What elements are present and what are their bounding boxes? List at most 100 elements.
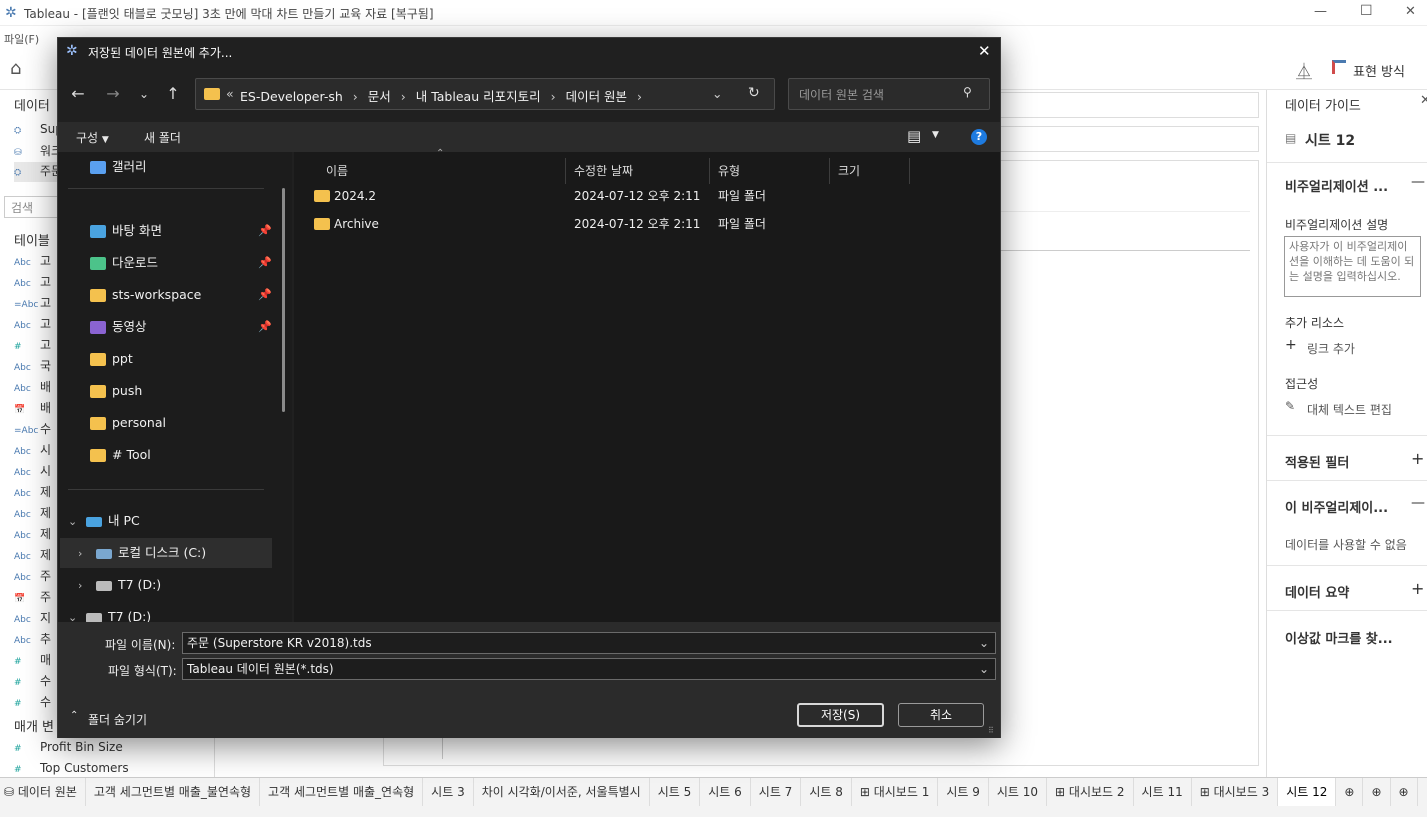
- nav-item[interactable]: sts-workspace 📌: [90, 280, 290, 310]
- sheet-tab[interactable]: 시트 7: [751, 778, 802, 806]
- chevron-down-icon[interactable]: ⌄: [979, 633, 989, 653]
- view-options-icon[interactable]: ▤: [907, 127, 921, 145]
- nav-item[interactable]: 갤러리: [90, 152, 290, 182]
- breadcrumb-item[interactable]: 문서: [368, 89, 391, 104]
- expand-icon[interactable]: +: [1411, 579, 1424, 598]
- nav-scrollbar[interactable]: [282, 188, 285, 412]
- chevron-down-icon[interactable]: ⌄: [712, 86, 722, 101]
- nav-item[interactable]: personal: [90, 408, 290, 438]
- field-item[interactable]: 📅 주: [14, 588, 51, 608]
- column-header-size[interactable]: 크기: [830, 158, 910, 184]
- new-folder-button[interactable]: 새 폴더: [144, 129, 181, 146]
- sheet-tab[interactable]: 시트 3: [423, 778, 474, 806]
- highlight-icon[interactable]: ⏅: [1296, 58, 1312, 82]
- organize-button[interactable]: 구성 ▼: [76, 129, 109, 146]
- column-header-name[interactable]: 이름: [318, 158, 566, 184]
- resize-grip-icon[interactable]: ⠿: [988, 726, 994, 735]
- field-item[interactable]: # 매: [14, 651, 51, 671]
- overflow-chevron-icon[interactable]: «: [226, 86, 234, 101]
- field-item[interactable]: Abc 고: [14, 315, 51, 335]
- filename-input[interactable]: 주문 (Superstore KR v2018).tds ⌄: [182, 632, 996, 654]
- sheet-tab[interactable]: 시트 9: [938, 778, 989, 806]
- show-me-button[interactable]: 표현 방식: [1353, 61, 1405, 80]
- nav-item[interactable]: 동영상 📌: [90, 312, 290, 342]
- dialog-search-input[interactable]: 데이터 원본 검색 ⚲: [788, 78, 990, 110]
- field-item[interactable]: Abc 주: [14, 567, 51, 587]
- column-header-modified[interactable]: 수정한 날짜: [566, 158, 710, 184]
- breadcrumb-item[interactable]: ES-Developer-sh: [240, 89, 343, 104]
- save-button[interactable]: 저장(S): [797, 703, 884, 727]
- filetype-select[interactable]: Tableau 데이터 원본(*.tds) ⌄: [182, 658, 996, 680]
- dialog-close-button[interactable]: ✕: [978, 42, 991, 60]
- field-item[interactable]: Abc 추: [14, 630, 51, 650]
- sheet-tab[interactable]: ⊞ 대시보드 1: [852, 778, 939, 806]
- maximize-button[interactable]: ☐: [1360, 3, 1373, 19]
- tree-item[interactable]: › T7 (D:): [60, 570, 272, 600]
- chevron-right-icon[interactable]: ›: [637, 89, 642, 104]
- sheet-tab[interactable]: 시트 6: [700, 778, 751, 806]
- nav-item[interactable]: ppt: [90, 344, 290, 374]
- chevron-down-icon[interactable]: ⌄: [68, 507, 86, 537]
- field-item[interactable]: =Abc 수: [14, 420, 51, 440]
- tree-item[interactable]: ⌄ 내 PC: [60, 506, 272, 536]
- chevron-right-icon[interactable]: ›: [78, 539, 96, 569]
- nav-item[interactable]: # Tool: [90, 440, 290, 470]
- chevron-up-icon[interactable]: ⌃: [70, 710, 78, 721]
- column-header-type[interactable]: 유형: [710, 158, 830, 184]
- chevron-down-icon[interactable]: ⌄: [68, 603, 86, 622]
- home-icon[interactable]: ⌂: [10, 58, 21, 79]
- field-item[interactable]: 📅 배: [14, 399, 51, 419]
- field-item[interactable]: Abc 제: [14, 504, 51, 524]
- field-item[interactable]: Abc 제: [14, 483, 51, 503]
- field-item[interactable]: =Abc 고: [14, 294, 51, 314]
- new-story-icon[interactable]: ⊕: [1391, 778, 1418, 806]
- field-item[interactable]: Abc 제: [14, 546, 51, 566]
- field-item[interactable]: Abc 배: [14, 378, 51, 398]
- cancel-button[interactable]: 취소: [898, 703, 984, 727]
- help-icon[interactable]: ?: [971, 129, 987, 145]
- tree-item[interactable]: ⌄ T7 (D:): [60, 602, 272, 622]
- menu-file[interactable]: 파일(F): [4, 31, 39, 47]
- description-textarea[interactable]: 사용자가 이 비주얼리제이션을 이해하는 데 도움이 되는 설명을 입력하십시오…: [1284, 236, 1421, 297]
- parameter-item[interactable]: # Profit Bin Size: [14, 740, 123, 760]
- breadcrumb-item[interactable]: 내 Tableau 리포지토리: [416, 89, 541, 104]
- field-item[interactable]: Abc 제: [14, 525, 51, 545]
- nav-item[interactable]: 다운로드 📌: [90, 248, 290, 278]
- field-item[interactable]: Abc 국: [14, 357, 51, 377]
- tree-item[interactable]: › 로컬 디스크 (C:): [60, 538, 272, 568]
- forward-button[interactable]: →: [99, 80, 127, 108]
- field-item[interactable]: # 수: [14, 672, 51, 692]
- field-item[interactable]: Abc 고: [14, 273, 51, 293]
- field-item[interactable]: Abc 시: [14, 441, 51, 461]
- up-button[interactable]: ↑: [159, 80, 187, 108]
- tab-data-source[interactable]: ⛁ 데이터 원본: [0, 778, 86, 806]
- hide-folders-button[interactable]: 폴더 숨기기: [88, 711, 147, 728]
- sheet-tab[interactable]: 시트 10: [989, 778, 1048, 806]
- collapse-icon[interactable]: —: [1411, 495, 1425, 511]
- sheet-tab[interactable]: ⊞ 대시보드 3: [1192, 778, 1279, 806]
- collapse-icon[interactable]: —: [1411, 174, 1425, 190]
- expand-icon[interactable]: +: [1411, 449, 1424, 468]
- file-row[interactable]: Archive 2024-07-12 오후 2:11 파일 폴더: [310, 210, 930, 238]
- sheet-tab[interactable]: 시트 5: [650, 778, 701, 806]
- datasource-item[interactable]: ⛁ 워크: [14, 142, 62, 162]
- field-item[interactable]: Abc 고: [14, 252, 51, 272]
- sheet-tab[interactable]: 고객 세그먼트별 매출_불연속형: [86, 778, 261, 806]
- minimize-button[interactable]: —: [1314, 4, 1327, 19]
- add-link-button[interactable]: 링크 추가: [1307, 340, 1355, 357]
- breadcrumb-item[interactable]: 데이터 원본: [566, 89, 627, 104]
- sheet-tab[interactable]: 차이 시각화/이서준, 서울특별시: [474, 778, 650, 806]
- field-item[interactable]: # 수: [14, 693, 51, 713]
- sheet-tab[interactable]: 시트 12: [1278, 778, 1337, 806]
- caret-down-icon[interactable]: ▼: [932, 130, 939, 140]
- new-worksheet-icon[interactable]: ⊕: [1336, 778, 1364, 806]
- address-bar[interactable]: « ES-Developer-sh › 문서 › 내 Tableau 리포지토리…: [195, 78, 775, 110]
- datasource-item[interactable]: ⛭ Sup: [14, 122, 63, 142]
- sheet-tab[interactable]: ⊞ 대시보드 2: [1047, 778, 1134, 806]
- close-pane-icon[interactable]: ✕: [1420, 93, 1427, 108]
- recent-locations-button[interactable]: ⌄: [130, 80, 158, 108]
- field-item[interactable]: Abc 지: [14, 609, 51, 629]
- close-button[interactable]: ✕: [1405, 4, 1416, 19]
- chevron-right-icon[interactable]: ›: [78, 571, 96, 601]
- file-row[interactable]: 2024.2 2024-07-12 오후 2:11 파일 폴더: [310, 182, 930, 210]
